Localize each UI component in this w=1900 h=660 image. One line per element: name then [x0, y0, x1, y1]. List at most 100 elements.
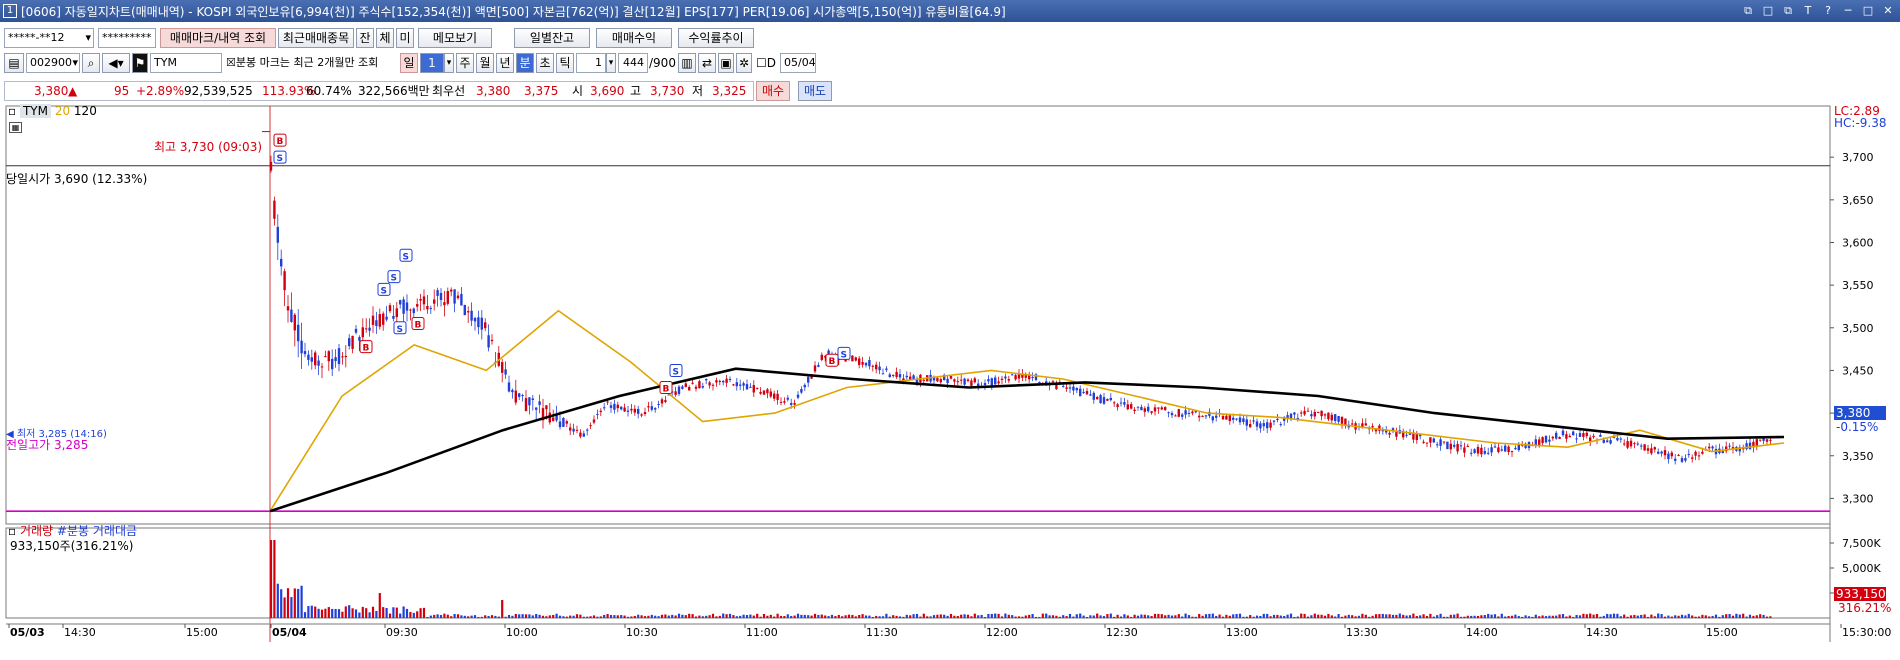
sell-button[interactable]: 매도 [798, 81, 832, 101]
volume-bar [269, 540, 273, 618]
theme-icon[interactable]: ⚑ [132, 53, 148, 73]
x-tick-label: 10:30 [626, 626, 658, 639]
volume-bar [348, 605, 351, 618]
volume-bar [569, 615, 572, 618]
trade-mark-query-button[interactable]: 매매마크/내역 조회 [160, 28, 276, 48]
period-minute[interactable]: 분 [516, 53, 534, 73]
candle-body [732, 384, 735, 386]
candle-body [1150, 411, 1153, 413]
volume-bar [303, 612, 307, 618]
close-icon[interactable]: ✕ [1880, 3, 1896, 18]
account-select[interactable]: *****-**12 ▾ [4, 28, 94, 48]
password-field[interactable]: ********* [98, 28, 156, 48]
candle-body [1099, 395, 1102, 404]
volume-bar [307, 606, 310, 618]
interval-input[interactable]: 1 [576, 53, 606, 73]
chart-area[interactable]: 3,7003,6503,6003,5503,5003,4503,4003,350… [4, 104, 1896, 654]
symbol-toolbar: ▤ 002900 ▾ ⌕ ◀▾ ⚑ TYM ☒분봉 마크는 최근 2개월만 조회 … [0, 52, 1900, 74]
volume-bar [1575, 614, 1578, 618]
candle-body [960, 379, 963, 381]
period-day-count[interactable]: 1 [420, 53, 444, 73]
volume-bar [460, 615, 463, 618]
volume-bar [1565, 616, 1568, 618]
candle-body [1765, 439, 1769, 442]
check-icon[interactable]: ☒ [226, 56, 236, 69]
period-second[interactable]: 초 [536, 53, 554, 73]
search-icon[interactable]: ⌕ [82, 53, 100, 73]
daily-balance-button[interactable]: 일별잔고 [514, 28, 590, 48]
unfilled-button[interactable]: 미 [396, 28, 414, 48]
candle-body [1619, 438, 1622, 440]
date-toggle[interactable]: ☐D [756, 54, 776, 72]
candle-body [467, 311, 470, 313]
chart-svg[interactable]: 3,7003,6503,6003,5503,5003,4503,4003,350… [4, 104, 1896, 654]
volume-bar [1704, 615, 1707, 618]
volume-bar [582, 616, 585, 618]
volume-bar [1007, 614, 1010, 618]
candle-body [606, 401, 609, 403]
candle-body [535, 407, 538, 410]
help-icon[interactable]: ? [1820, 3, 1836, 18]
volume-bar [1259, 615, 1262, 618]
font-icon[interactable]: T [1800, 3, 1816, 18]
period-week[interactable]: 주 [456, 53, 474, 73]
memo-button[interactable]: 메모보기 [418, 28, 492, 48]
speaker-icon[interactable]: ◀▾ [102, 53, 130, 73]
period-month[interactable]: 월 [476, 53, 494, 73]
volume-bar [1504, 616, 1507, 618]
volume-bar [484, 615, 487, 618]
volume-bar [752, 615, 755, 618]
executed-button[interactable]: 체 [376, 28, 394, 48]
volume-bar [290, 597, 293, 618]
volume-bar [973, 613, 976, 618]
period-day[interactable]: 일 [400, 53, 418, 73]
link-icon[interactable]: ⧉ [1740, 3, 1756, 18]
candle-body [1463, 447, 1466, 453]
volume-bar [1109, 613, 1112, 618]
chevron-down-icon[interactable]: ▾ [606, 53, 616, 73]
period-year[interactable]: 년 [496, 53, 514, 73]
x-tick-label: 12:00 [986, 626, 1018, 639]
volume-bar [1599, 616, 1602, 618]
volume-bar [626, 616, 630, 618]
candle-body [1344, 418, 1347, 425]
menu-icon[interactable]: ▤ [4, 53, 24, 73]
volume-bar [977, 615, 980, 618]
minimize-icon[interactable]: ─ [1840, 3, 1856, 18]
maximize-icon[interactable]: □ [1860, 3, 1876, 18]
box-icon[interactable]: □ [1760, 3, 1776, 18]
volume-bar [1153, 613, 1157, 618]
recent-trades-button[interactable]: 최근매매종목 [278, 28, 354, 48]
stock-code-input[interactable]: 002900 ▾ [26, 53, 80, 73]
chevron-down-icon[interactable]: ▾ [444, 53, 454, 73]
count-input[interactable]: 444 [618, 53, 648, 73]
grid-icon[interactable]: ▦ [9, 122, 22, 133]
trade-profit-button[interactable]: 매매수익 [596, 28, 672, 48]
bar-chart-icon[interactable]: ▥ [678, 53, 696, 73]
restore-icon[interactable]: ⧉ [1780, 3, 1796, 18]
candle-body [1153, 407, 1157, 412]
date-input[interactable]: 05/04 [780, 53, 816, 73]
buy-button[interactable]: 매수 [756, 81, 790, 101]
account-value: *****-**12 [8, 31, 65, 44]
volume-value: 933,150주(316.21%) [10, 539, 134, 553]
volume-bar [606, 613, 609, 618]
balance-button[interactable]: 잔 [356, 28, 374, 48]
candle-body [1167, 412, 1170, 414]
volume-bar [371, 606, 375, 618]
volume-bar [1728, 614, 1731, 618]
save-icon[interactable]: ▣ [718, 53, 734, 73]
volume-bar [1361, 613, 1364, 618]
compare-icon[interactable]: ⇄ [698, 53, 716, 73]
volume-bar [932, 615, 936, 618]
volume: 92,539,525 [184, 84, 253, 98]
candle-body [473, 317, 477, 322]
x-tick-label: 11:30 [866, 626, 898, 639]
volume-bar [1391, 614, 1395, 618]
volume-bar [1629, 615, 1633, 618]
period-tick[interactable]: 틱 [556, 53, 574, 73]
gear-icon[interactable]: ✲ [736, 53, 752, 73]
return-trend-button[interactable]: 수익률추이 [678, 28, 754, 48]
candle-body [1085, 390, 1089, 395]
volume-bar [643, 616, 647, 618]
